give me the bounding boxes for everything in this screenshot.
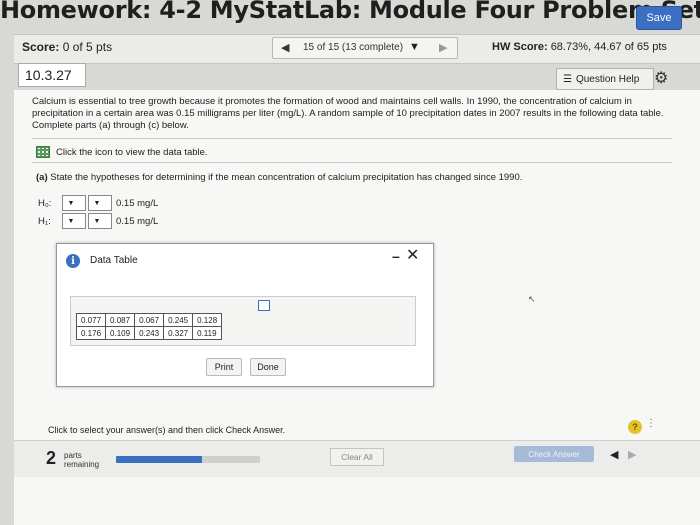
data-table: 0.077 0.087 0.067 0.245 0.128 0.176 0.109 0.243… (75, 313, 223, 340)
close-icon[interactable]: ✕ (406, 245, 419, 265)
question-number: 10.3.27 (18, 63, 86, 87)
done-button[interactable]: Done (250, 358, 286, 376)
gear-icon[interactable]: ⚙ (654, 68, 668, 88)
page-title: Homework: 4-2 MyStatLab: Module Four Pro… (0, 0, 700, 24)
parts-label-line2: remaining (64, 460, 100, 469)
h0-label: H₀: (38, 197, 52, 209)
table-cell: 0.245 (163, 313, 194, 327)
hw-score-value: 68.73%, 44.67 of 65 pts (550, 41, 667, 53)
instruction-text: Click to select your answer(s) and then … (48, 425, 286, 435)
mouse-cursor-icon: ↖ (528, 294, 536, 304)
hw-score: HW Score: 68.73%, 44.67 of 65 pts (492, 41, 667, 53)
dropdown-icon[interactable]: ▼ (409, 41, 420, 53)
h1-label: H₁: (38, 215, 51, 227)
chevron-right-icon[interactable]: ▶ (628, 448, 636, 461)
data-table-link-text: Click the icon to view the data table. (56, 146, 208, 158)
print-button[interactable]: Print (206, 358, 242, 376)
info-icon: i (66, 254, 80, 268)
question-pager[interactable]: ◀ 15 of 15 (13 complete) ▼ ▶ (272, 37, 458, 59)
table-cell: 0.243 (134, 326, 165, 340)
table-cell: 0.067 (134, 313, 165, 327)
dropdown-icon: ▼ (67, 199, 75, 207)
table-cell: 0.109 (105, 326, 136, 340)
part-a-prompt: (a) State the hypotheses for determining… (36, 172, 522, 183)
parts-label-line1: parts (64, 451, 82, 460)
null-hypothesis-row: H₀: ▼ ▼ 0.15 mg/L (38, 195, 158, 211)
chevron-left-icon[interactable]: ◀ (281, 41, 289, 54)
dropdown-icon: ▼ (93, 199, 101, 207)
part-a-label: (a) (36, 172, 48, 183)
divider (32, 162, 672, 163)
check-answer-button[interactable]: Check Answer (514, 446, 594, 462)
h0-parameter-select[interactable]: ▼ (62, 195, 86, 211)
clear-all-button[interactable]: Clear All (330, 448, 384, 466)
chevron-left-icon[interactable]: ◀ (610, 448, 618, 461)
alt-hypothesis-row: H₁: ▼ ▼ 0.15 mg/L (38, 213, 158, 229)
score: Score: 0 of 5 pts (22, 40, 112, 54)
pager-text: 15 of 15 (13 complete) (303, 42, 404, 53)
h1-parameter-select[interactable]: ▼ (62, 213, 86, 229)
table-cell: 0.327 (163, 326, 194, 340)
table-cell: 0.087 (105, 313, 136, 327)
chevron-right-icon[interactable]: ▶ (439, 41, 447, 54)
dropdown-icon: ▼ (93, 217, 101, 225)
question-help-label: Question Help (575, 73, 640, 85)
table-cell: 0.176 (75, 326, 107, 340)
score-label: Score: (22, 40, 60, 54)
h1-operator-select[interactable]: ▼ (88, 213, 112, 229)
table-row: 0.077 0.087 0.067 0.245 0.128 (75, 313, 223, 327)
grid-table-icon[interactable] (36, 146, 50, 158)
question-text: Calcium is essential to tree growth beca… (32, 96, 664, 131)
dropdown-icon: ▼ (67, 217, 75, 225)
question-help-icon: ☰ (563, 73, 572, 85)
minimize-icon[interactable]: – (392, 248, 400, 264)
score-value: 0 of 5 pts (62, 40, 113, 54)
part-a-text: State the hypotheses for determining if … (50, 172, 523, 183)
divider (32, 138, 672, 139)
question-help-button[interactable]: ☰ Question Help (556, 68, 654, 90)
data-table-link[interactable]: Click the icon to view the data table. (36, 146, 208, 158)
parts-progress-bar (116, 456, 260, 463)
dialog-title: Data Table (90, 255, 138, 266)
table-cell: 0.128 (192, 313, 223, 327)
h1-value: 0.15 mg/L (116, 215, 159, 227)
help-icon[interactable]: ? (628, 420, 642, 434)
h0-operator-select[interactable]: ▼ (88, 195, 112, 211)
parts-remaining-label: parts remaining (64, 451, 99, 469)
parts-remaining-count: 2 (46, 448, 57, 468)
table-cell: 0.119 (192, 326, 223, 340)
copy-icon[interactable] (258, 300, 270, 311)
h0-value: 0.15 mg/L (116, 197, 159, 209)
more-icon[interactable]: ⋮ (646, 418, 656, 429)
hw-score-label: HW Score: (492, 41, 548, 53)
progress-fill (116, 456, 203, 463)
table-cell: 0.077 (75, 313, 107, 327)
table-row: 0.176 0.109 0.243 0.327 0.119 (75, 326, 223, 340)
save-button[interactable]: Save (636, 6, 682, 30)
